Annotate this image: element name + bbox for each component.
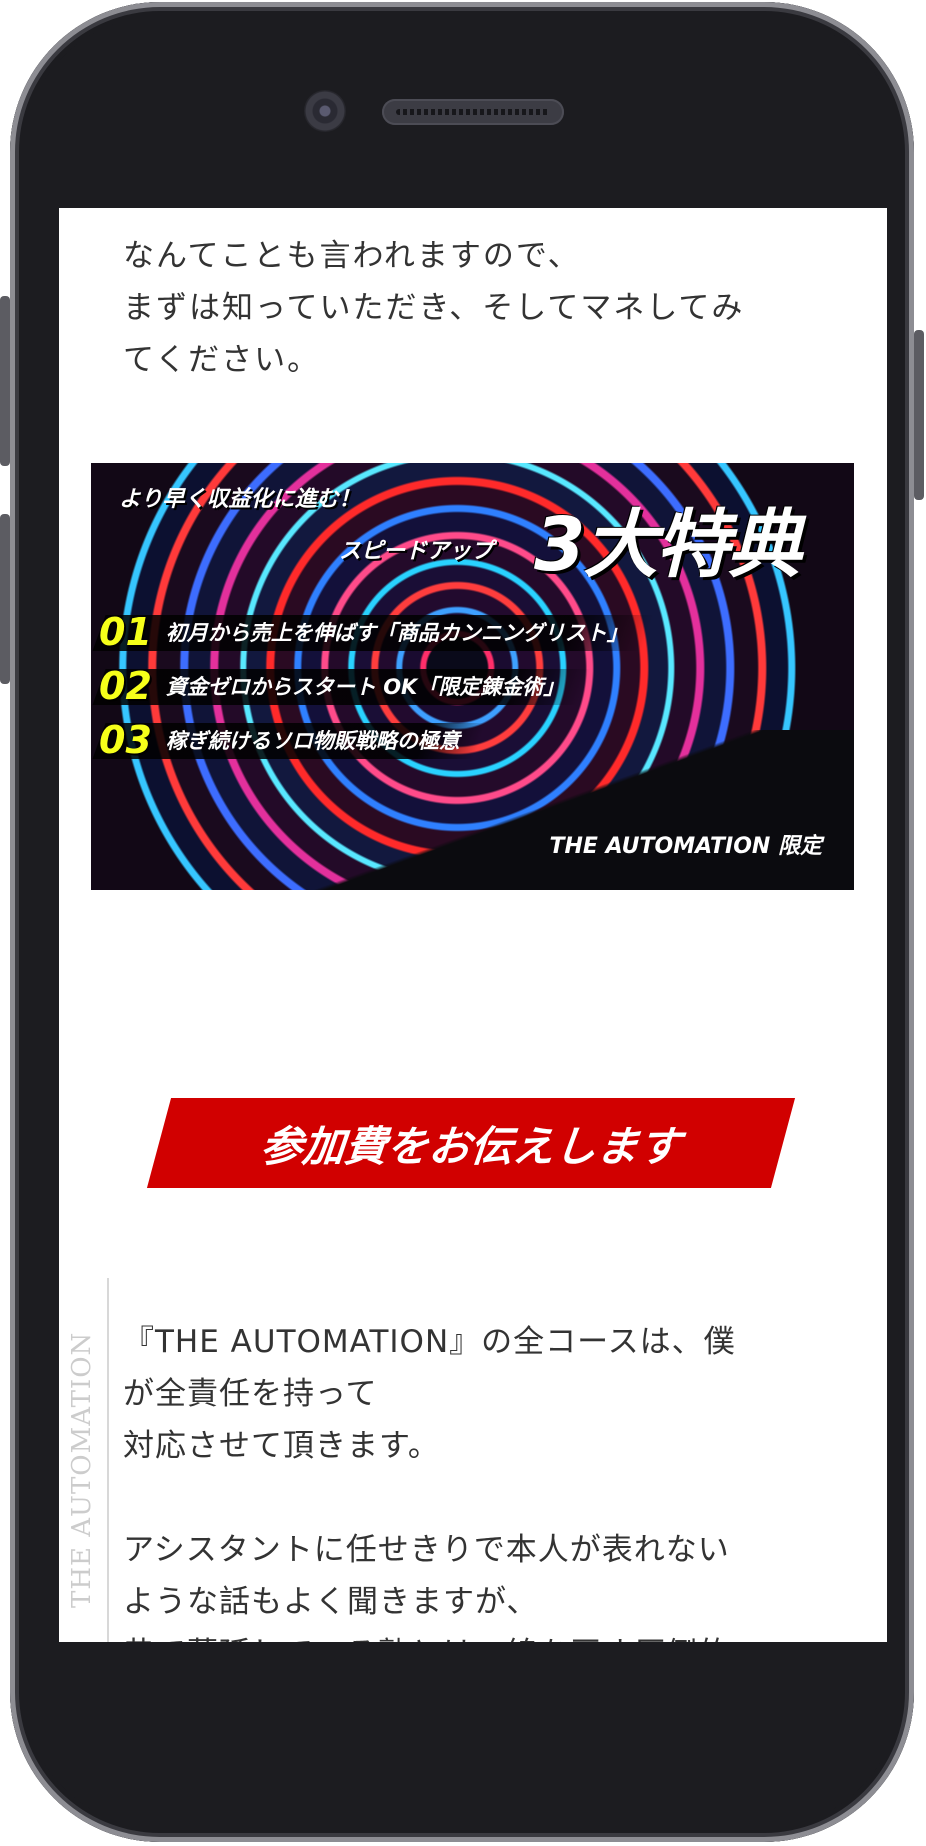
banner-limited-label: THE AUTOMATION 限定 xyxy=(549,834,823,859)
bonus-number: 01 xyxy=(99,610,152,654)
intro-line: なんてことも言われますので、 xyxy=(123,238,581,274)
bonus-banner-image: より早く収益化に進む！ スピードアップ 3大特典 01 初月から売上を伸ばす「商… xyxy=(91,463,854,890)
volume-up-button xyxy=(0,296,10,466)
bonus-item: 02 資金ゼロからスタート OK「限定錬金術」 xyxy=(99,663,564,709)
banner-title: 3大特典 xyxy=(534,502,801,588)
side-divider xyxy=(107,1278,109,1642)
vertical-side-label: THE AUTOMATION xyxy=(67,1331,97,1608)
banner-subtitle: より早く収益化に進む！ xyxy=(119,487,361,512)
intro-line: まずは知っていただき、そしてマネしてみ xyxy=(123,290,745,326)
screen: なんてことも言われますので、 まずは知っていただき、そしてマネしてみ てください… xyxy=(59,208,887,1642)
body-line: が全責任を持って xyxy=(123,1376,378,1412)
banner-speedup: スピードアップ xyxy=(339,539,494,564)
body-line: ような話もよく聞きますが、 xyxy=(123,1584,539,1620)
body-line: 対応させて頂きます。 xyxy=(123,1428,440,1464)
bonus-number: 03 xyxy=(99,718,152,762)
intro-line: てください。 xyxy=(123,342,321,378)
intro-text: なんてことも言われますので、 まずは知っていただき、そしてマネしてみ てください… xyxy=(123,230,823,386)
earpiece-speaker xyxy=(382,99,564,125)
phone-frame: なんてことも言われますので、 まずは知っていただき、そしてマネしてみ てください… xyxy=(10,2,914,1842)
price-heading-banner: 参加費をお伝えします xyxy=(146,1098,796,1188)
volume-down-button xyxy=(0,514,10,684)
body-text: 『THE AUTOMATION』の全コースは、僕 が全責任を持って 対応させて頂… xyxy=(123,1316,823,1642)
power-button xyxy=(914,330,924,500)
bonus-text: 初月から売上を伸ばす「商品カンニングリスト」 xyxy=(165,621,628,645)
bonus-item: 03 稼ぎ続けるソロ物販戦略の極意 xyxy=(99,717,460,763)
body-line: 『THE AUTOMATION』の全コースは、僕 xyxy=(123,1324,736,1360)
bonus-number: 02 xyxy=(99,664,152,708)
bonus-text: 稼ぎ続けるソロ物販戦略の極意 xyxy=(165,729,460,753)
body-line: アシスタントに任せきりで本人が表れない xyxy=(123,1532,730,1568)
bonus-item: 01 初月から売上を伸ばす「商品カンニングリスト」 xyxy=(99,609,628,655)
body-line: 巷で蔓延している塾とは一線を画す圧倒的 xyxy=(123,1628,823,1642)
bonus-text: 資金ゼロからスタート OK「限定錬金術」 xyxy=(165,675,565,699)
price-heading-text: 参加費をお伝えします xyxy=(258,1121,683,1171)
front-camera xyxy=(304,90,346,132)
